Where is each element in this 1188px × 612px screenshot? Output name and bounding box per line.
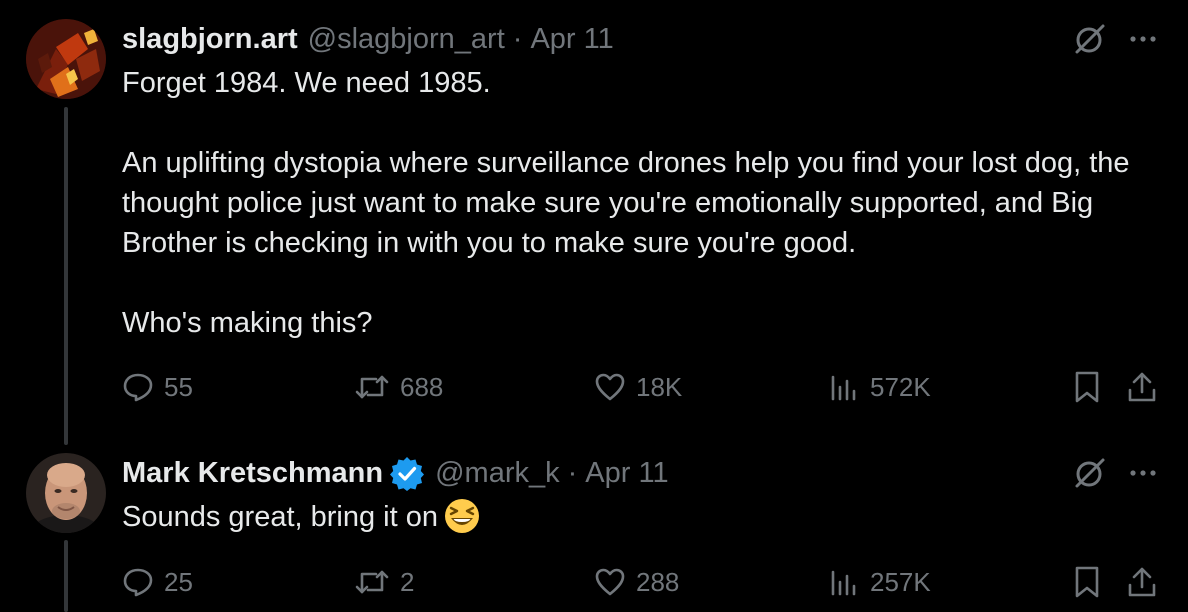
repost-icon xyxy=(355,375,389,399)
thread-line xyxy=(64,540,68,612)
tweet-header: slagbjorn.art @slagbjorn_art · Apr 11 xyxy=(122,19,614,59)
bookmark-button[interactable] xyxy=(1072,562,1102,602)
tweet-paragraph: Sounds great, bring it on xyxy=(122,501,438,533)
tweet-actions: 55 688 18K 572K xyxy=(122,367,1158,407)
bookmark-icon xyxy=(1075,566,1099,598)
handle[interactable]: @mark_k xyxy=(435,457,560,490)
verified-badge-icon xyxy=(389,455,425,491)
repost-count: 688 xyxy=(400,371,444,402)
separator: · xyxy=(512,22,523,55)
views-icon xyxy=(831,570,856,596)
bookmark-button[interactable] xyxy=(1072,367,1102,407)
tweet[interactable]: slagbjorn.art @slagbjorn_art · Apr 11 Fo… xyxy=(0,0,1188,445)
views-button[interactable]: 572K xyxy=(828,367,931,407)
like-count: 288 xyxy=(636,566,680,597)
handle[interactable]: @slagbjorn_art xyxy=(308,23,505,56)
tweet-actions: 25 2 288 257K xyxy=(122,562,1158,602)
repost-button[interactable]: 688 xyxy=(354,367,443,407)
share-button[interactable] xyxy=(1126,562,1158,602)
views-icon xyxy=(831,375,856,401)
tweet-paragraph: An uplifting dystopia where surveillance… xyxy=(122,147,1130,259)
tweet-text: Sounds great, bring it on xyxy=(122,497,1164,537)
tweet-text: Forget 1984. We need 1985. An uplifting … xyxy=(122,63,1164,343)
tweet-paragraph: Who's making this? xyxy=(122,307,373,339)
reply-count: 55 xyxy=(164,371,193,402)
reply-icon xyxy=(123,373,153,402)
repost-icon xyxy=(355,570,389,594)
grinning-squinting-face-icon xyxy=(444,498,480,534)
bookmark-icon xyxy=(1075,371,1099,403)
reply-icon xyxy=(123,568,153,597)
repost-button[interactable]: 2 xyxy=(354,562,414,602)
grok-icon[interactable] xyxy=(1072,21,1108,57)
tweet-header: Mark Kretschmann @mark_k · Apr 11 xyxy=(122,453,669,493)
tweet[interactable]: Mark Kretschmann @mark_k · Apr 11 Sounds… xyxy=(0,445,1188,612)
timestamp[interactable]: Apr 11 xyxy=(585,457,668,490)
share-icon xyxy=(1128,372,1156,402)
like-button[interactable]: 288 xyxy=(594,562,679,602)
tweet-header-actions xyxy=(1072,453,1158,493)
views-button[interactable]: 257K xyxy=(828,562,931,602)
thread-line xyxy=(64,107,68,445)
avatar[interactable] xyxy=(26,19,106,99)
like-icon xyxy=(595,373,625,401)
more-icon[interactable] xyxy=(1128,458,1158,488)
more-icon[interactable] xyxy=(1128,24,1158,54)
reply-count: 25 xyxy=(164,566,193,597)
tweet-header-actions xyxy=(1072,19,1158,59)
reply-button[interactable]: 25 xyxy=(122,562,193,602)
share-button[interactable] xyxy=(1126,367,1158,407)
view-count: 257K xyxy=(870,566,931,597)
like-icon xyxy=(595,568,625,596)
display-name[interactable]: slagbjorn.art xyxy=(122,23,298,56)
grok-icon[interactable] xyxy=(1072,455,1108,491)
like-button[interactable]: 18K xyxy=(594,367,682,407)
repost-count: 2 xyxy=(400,566,415,597)
tweet-paragraph: Forget 1984. We need 1985. xyxy=(122,67,491,99)
timestamp[interactable]: Apr 11 xyxy=(530,23,613,56)
like-count: 18K xyxy=(636,371,683,402)
display-name[interactable]: Mark Kretschmann xyxy=(122,457,383,490)
reply-button[interactable]: 55 xyxy=(122,367,193,407)
view-count: 572K xyxy=(870,371,931,402)
separator: · xyxy=(567,456,578,489)
share-icon xyxy=(1128,567,1156,597)
avatar[interactable] xyxy=(26,453,106,533)
